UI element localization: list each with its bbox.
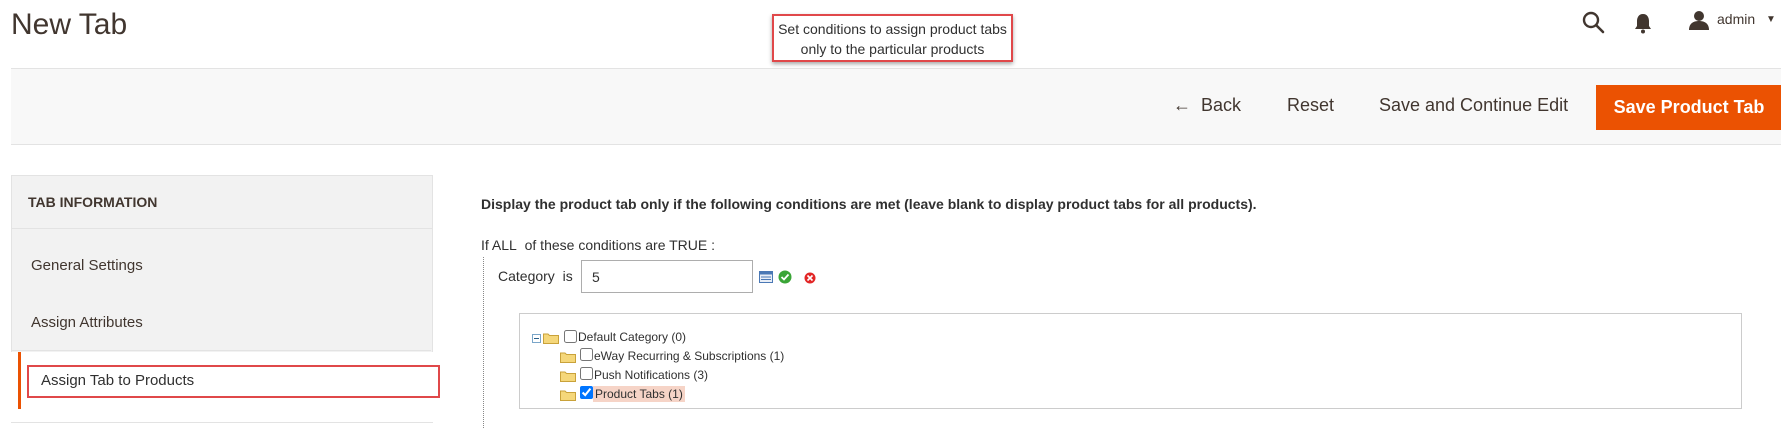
aggregator-value-select[interactable]: TRUE xyxy=(669,237,707,253)
rule-attribute[interactable]: Category xyxy=(498,268,555,284)
folder-icon xyxy=(543,333,559,344)
arrow-left-icon: ← xyxy=(1173,95,1191,115)
sidebar-header: TAB INFORMATION xyxy=(12,176,432,229)
reset-button[interactable]: Reset xyxy=(1287,95,1334,116)
tree-checkbox-product-tabs[interactable] xyxy=(580,386,593,399)
tree-label-push-notifications[interactable]: Push Notifications (3) xyxy=(594,367,708,383)
sidebar-item-assign-attributes[interactable]: Assign Attributes xyxy=(11,295,431,351)
tree-label-eway[interactable]: eWay Recurring & Subscriptions (1) xyxy=(594,348,784,364)
sidebar-item-assign-tab-to-products[interactable]: Assign Tab to Products xyxy=(11,352,440,422)
sidebar-item-label: General Settings xyxy=(31,257,143,274)
conditions-description: Display the product tab only if the foll… xyxy=(481,196,1257,212)
tree-checkbox-push-notifications[interactable] xyxy=(580,367,593,380)
rule-operator[interactable]: is xyxy=(563,268,573,284)
condition-aggregator-line: If ALL of these conditions are TRUE : xyxy=(481,237,715,253)
category-value-input[interactable] xyxy=(581,260,753,293)
caret-down-icon[interactable]: ▼ xyxy=(1766,14,1776,25)
collapse-minus-icon[interactable] xyxy=(532,334,541,343)
condition-tree-guide xyxy=(483,257,484,428)
folder-icon xyxy=(560,352,576,363)
user-name[interactable]: admin xyxy=(1717,11,1755,27)
aggregator-suffix: : xyxy=(711,237,716,253)
tree-checkbox-eway[interactable] xyxy=(580,348,593,361)
folder-icon xyxy=(560,390,576,401)
active-indicator xyxy=(18,352,21,409)
remove-icon[interactable] xyxy=(804,272,816,284)
page-title: New Tab xyxy=(11,8,128,41)
apply-check-icon[interactable] xyxy=(778,270,792,284)
back-button[interactable]: ← Back xyxy=(1173,95,1241,116)
sidebar-item-label: Assign Attributes xyxy=(31,314,143,331)
tree-checkbox-default-category[interactable] xyxy=(564,330,577,343)
tree-label-product-tabs[interactable]: Product Tabs (1) xyxy=(593,386,685,402)
sidebar-title: TAB INFORMATION xyxy=(28,194,158,210)
folder-icon xyxy=(560,371,576,382)
bell-icon[interactable] xyxy=(1633,12,1653,34)
user-icon[interactable] xyxy=(1688,10,1710,30)
aggregator-middle: of these conditions are xyxy=(524,237,666,253)
save-product-tab-button[interactable]: Save Product Tab xyxy=(1596,85,1781,130)
chooser-list-icon[interactable] xyxy=(759,271,773,283)
save-and-continue-button[interactable]: Save and Continue Edit xyxy=(1379,95,1568,116)
if-prefix: If xyxy=(481,237,489,253)
back-label: Back xyxy=(1201,95,1242,115)
aggregator-select[interactable]: ALL xyxy=(492,237,517,253)
sidebar-item-label: Assign Tab to Products xyxy=(41,372,195,389)
search-icon[interactable] xyxy=(1581,10,1605,34)
sidebar-item-general-settings[interactable]: General Settings xyxy=(11,238,431,294)
condition-rule: Category is xyxy=(498,268,573,284)
page-actions-toolbar: ← Back Reset Save and Continue Edit Save … xyxy=(11,68,1781,145)
tree-label-default-category[interactable]: Default Category (0) xyxy=(578,329,686,345)
callout-annotation: Set conditions to assign product tabs on… xyxy=(772,14,1013,62)
